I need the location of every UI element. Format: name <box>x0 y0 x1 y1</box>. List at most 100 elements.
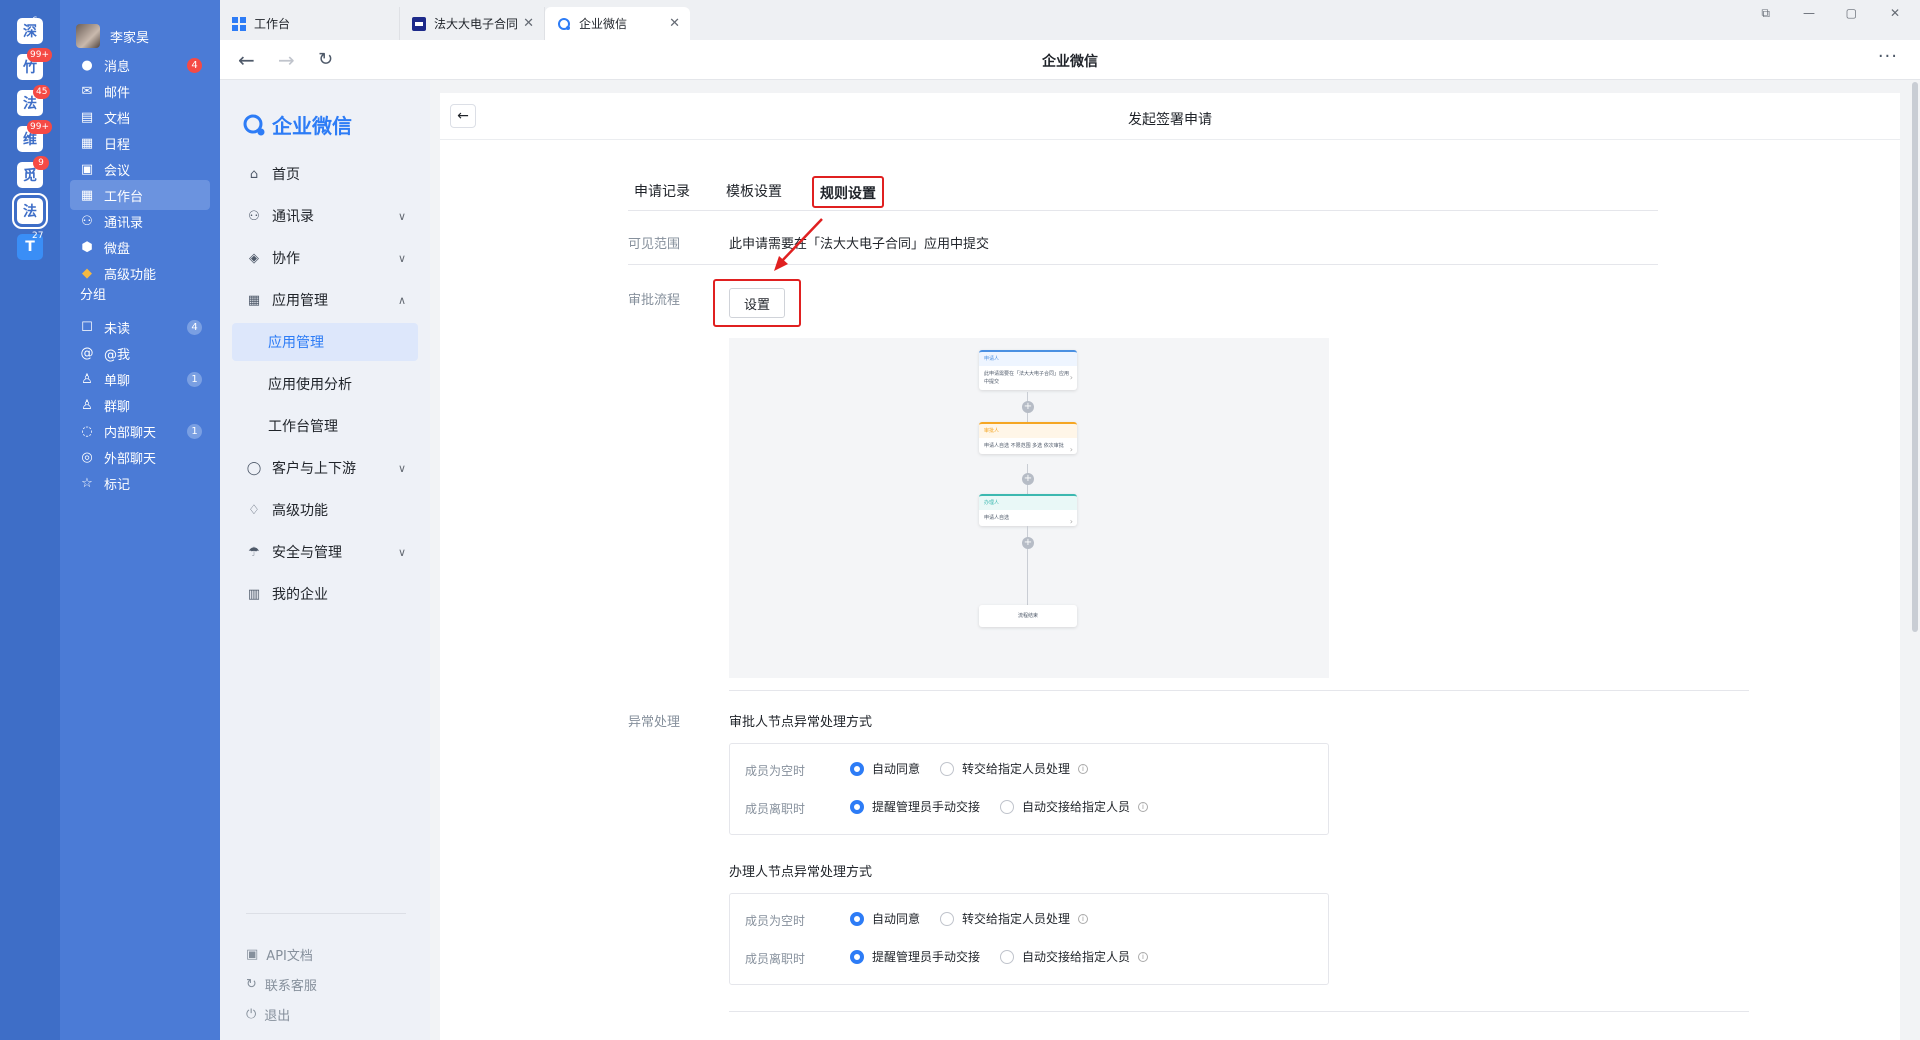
divider <box>729 1011 1749 1012</box>
menu-collab[interactable]: ◈ 协作 ∨ <box>232 239 418 277</box>
menu-label: 协作 <box>272 251 300 267</box>
submenu-app-analytics[interactable]: 应用使用分析 <box>232 365 418 403</box>
radio-auto-handover[interactable]: 自动交接给指定人员 i <box>1000 798 1149 815</box>
external-chat-icon: ◎ <box>81 449 93 465</box>
scrollbar[interactable] <box>1910 80 1920 1040</box>
wecom-logo-icon <box>557 17 571 31</box>
radio-label: 自动交接给指定人员 <box>1022 950 1131 964</box>
menu-home[interactable]: ⌂ 首页 <box>232 155 418 193</box>
tab-workbench[interactable]: 工作台 <box>220 7 400 40</box>
submenu-app-management[interactable]: 应用管理 <box>232 323 418 361</box>
star-icon: ☆ <box>81 475 93 491</box>
node-header: 审批人 <box>979 422 1077 438</box>
menu-label: 工作台管理 <box>268 419 338 435</box>
radio-auto-approve[interactable]: 自动同意 <box>850 760 920 777</box>
grid-icon: ▦ <box>80 187 94 203</box>
chevron-down-icon: ∨ <box>397 209 406 223</box>
contacts-icon: ⚇ <box>81 213 93 229</box>
radio-remind-admin[interactable]: 提醒管理员手动交接 <box>850 948 980 965</box>
user-profile[interactable]: 李家昊 <box>76 24 149 48</box>
chevron-down-icon: ∨ <box>397 461 406 475</box>
close-window-icon[interactable]: ✕ <box>1890 6 1900 20</box>
support-icon: ↻ <box>246 977 257 992</box>
info-icon[interactable]: i <box>1138 801 1149 812</box>
row-label: 成员离职时 <box>745 952 806 966</box>
info-icon[interactable]: i <box>1078 763 1089 774</box>
link-label: 联系客服 <box>264 979 317 994</box>
radio-transfer[interactable]: 转交给指定人员处理 i <box>940 910 1089 927</box>
menu-security[interactable]: ☂ 安全与管理 ∨ <box>232 533 418 571</box>
node-header: 办理人 <box>979 494 1077 510</box>
chat-item-label: 消息 <box>104 59 131 75</box>
flow-node-handler: 办理人 申请人自选 <box>979 494 1077 526</box>
menu-label: 通讯录 <box>272 209 314 225</box>
link-logout[interactable]: ⏻ 退出 <box>246 1005 290 1024</box>
tab-fadada[interactable]: 法大大电子合同 ✕ <box>400 7 545 40</box>
chat-item-label: 文档 <box>104 111 131 127</box>
submenu-workbench-management[interactable]: 工作台管理 <box>232 407 418 445</box>
group-item-starred[interactable]: ☆ 标记 <box>70 468 210 498</box>
wecom-logo-icon <box>243 114 265 135</box>
radio-transfer[interactable]: 转交给指定人员处理 i <box>940 760 1089 777</box>
radio-checked-icon <box>850 799 864 814</box>
wecom-brand[interactable]: 企业微信 <box>242 110 352 139</box>
page-title: 企业微信 <box>1042 54 1098 70</box>
unread-icon: ☐ <box>81 319 93 335</box>
group-section-label: 分组 <box>80 288 107 303</box>
menu-contacts[interactable]: ⚇ 通讯录 ∨ <box>232 197 418 235</box>
menu-premium[interactable]: ♢ 高级功能 <box>232 491 418 529</box>
radio-remind-admin[interactable]: 提醒管理员手动交接 <box>850 798 980 815</box>
user-name: 李家昊 <box>110 30 150 46</box>
internal-chat-icon: ◌ <box>81 423 93 439</box>
mail-icon: ✉ <box>81 83 93 99</box>
api-icon: ▣ <box>246 947 259 962</box>
divider <box>729 690 1749 691</box>
add-node-icon: + <box>1022 473 1034 485</box>
menu-my-company[interactable]: ▥ 我的企业 <box>232 575 418 613</box>
close-icon[interactable]: ✕ <box>523 16 534 31</box>
count-badge: 4 <box>187 319 202 335</box>
rail-badge-5: 9 <box>33 156 49 170</box>
handler-exception-options: 成员为空时 自动同意 转交给指定人员处理 i 成员离职时 提醒管理员手动交接 自… <box>729 893 1329 985</box>
group-item-label: 单聊 <box>104 373 131 389</box>
radio-auto-approve[interactable]: 自动同意 <box>850 910 920 927</box>
avatar <box>76 24 100 48</box>
menu-label: 应用管理 <box>268 335 324 351</box>
radio-auto-handover[interactable]: 自动交接给指定人员 i <box>1000 948 1149 965</box>
radio-label: 提醒管理员手动交接 <box>872 950 981 964</box>
minimize-icon[interactable]: — <box>1803 6 1815 20</box>
maximize-icon[interactable]: ▢ <box>1846 6 1857 20</box>
radio-label: 提醒管理员手动交接 <box>872 800 981 814</box>
radio-label: 转交给指定人员处理 <box>962 762 1071 776</box>
rail-app-6[interactable]: 法 <box>12 193 48 229</box>
more-options-icon[interactable]: ··· <box>1878 46 1898 67</box>
menu-customers[interactable]: ◯ 客户与上下游 ∨ <box>232 449 418 487</box>
radio-unchecked-icon <box>940 761 954 776</box>
link-api-docs[interactable]: ▣ API文档 <box>246 945 313 964</box>
close-icon[interactable]: ✕ <box>669 16 680 31</box>
pin-icon[interactable]: ⧉ <box>1761 6 1770 21</box>
count-badge: 1 <box>187 371 202 387</box>
chevron-down-icon: ∨ <box>397 545 406 559</box>
rail-app-1[interactable]: 深 <box>17 18 43 44</box>
info-icon[interactable]: i <box>1078 913 1089 924</box>
tab-label: 法大大电子合同 <box>434 17 519 31</box>
link-support[interactable]: ↻ 联系客服 <box>246 975 317 994</box>
logout-icon: ⏻ <box>246 1007 257 1022</box>
rail-badge-4: 99+ <box>27 120 52 134</box>
radio-label: 自动同意 <box>872 912 921 926</box>
radio-label: 自动同意 <box>872 762 921 776</box>
meeting-icon: ▣ <box>80 161 94 177</box>
radio-label: 转交给指定人员处理 <box>962 912 1071 926</box>
rail-badge-2: 99+ <box>27 48 52 62</box>
add-node-icon: + <box>1022 401 1034 413</box>
chat-bubble-icon: ● <box>81 57 93 73</box>
info-icon[interactable]: i <box>1138 951 1149 962</box>
apps-icon: ▦ <box>247 292 261 308</box>
scrollbar-thumb[interactable] <box>1912 82 1918 632</box>
menu-app-management[interactable]: ▦ 应用管理 ∧ <box>232 281 418 319</box>
chevron-up-icon: ∧ <box>397 293 406 307</box>
annotation-arrow <box>774 218 823 271</box>
premium-icon: ◆ <box>82 265 92 281</box>
tab-wecom[interactable]: 企业微信 ✕ <box>545 7 690 40</box>
